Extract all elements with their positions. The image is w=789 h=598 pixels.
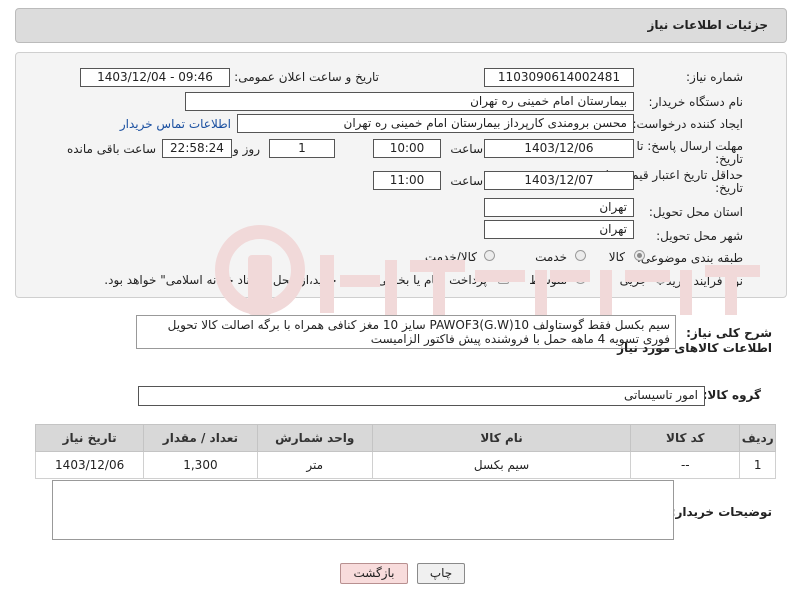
category-option-service: خدمت <box>535 250 567 264</box>
reply-date-field: 1403/12/06 <box>484 139 634 158</box>
row-index: 1 <box>739 451 776 479</box>
contact-info-link[interactable]: اطلاعات تماس خریدار <box>120 117 231 131</box>
reply-time-field: 10:00 <box>373 139 441 158</box>
province-label: استان محل تحویل: <box>648 205 743 219</box>
process-label: نوع فرآیند خرید : <box>658 274 743 288</box>
column-header: تاریخ نیاز <box>34 424 145 452</box>
remaining-label: ساعت باقی مانده <box>66 142 156 156</box>
goods-group-label: گروه کالا: <box>702 388 761 402</box>
announce-datetime-field: 1403/12/04 - 09:46 <box>80 68 230 87</box>
creator-label: ایجاد کننده درخواست: <box>632 117 743 131</box>
column-header: تعداد / مقدار <box>143 424 258 452</box>
category-label: طبقه بندی موضوعی: <box>636 251 743 265</box>
days-field: 1 <box>269 139 335 158</box>
goods-section-title: اطلاعات کالاهای مورد نیاز <box>617 341 772 355</box>
price-validity-label-date: تاریخ: <box>715 181 743 195</box>
goods-code: -- <box>630 451 741 479</box>
goods-unit: متر <box>256 451 373 479</box>
process-radio-minor[interactable] <box>655 273 666 284</box>
goods-group-field: امور تاسیساتی <box>138 386 705 406</box>
table-header-row: ردیف کد کالا نام کالا واحد شمارش تعداد /… <box>34 424 776 452</box>
treasury-payment-note: پرداخت تمام یا بخشی از مبلغ خرید،از محل … <box>104 273 487 287</box>
buyer-label: نام دستگاه خریدار: <box>648 95 744 109</box>
treasury-payment-checkbox[interactable] <box>498 273 509 284</box>
goods-need-date: 1403/12/06 <box>34 451 145 479</box>
page-header: جزئیات اطلاعات نیاز <box>15 8 787 43</box>
page-title: جزئیات اطلاعات نیاز <box>647 18 768 32</box>
print-button[interactable]: چاپ <box>417 563 465 584</box>
goods-name: سیم بکسل <box>371 451 632 479</box>
column-header: نام کالا <box>371 424 632 452</box>
category-radio-service[interactable] <box>575 250 586 261</box>
buyer-notes-textarea[interactable] <box>52 480 674 540</box>
category-option-goods: کالا <box>608 250 625 264</box>
category-option-goods-service: کالا/خدمت <box>424 250 477 264</box>
remaining-time-field: 22:58:24 <box>162 139 232 158</box>
goods-table: ردیف کد کالا نام کالا واحد شمارش تعداد /… <box>34 424 776 479</box>
column-header: واحد شمارش <box>256 424 373 452</box>
reply-time-label: ساعت <box>450 142 483 156</box>
process-option-medium: متوسط <box>529 273 567 287</box>
announce-label: تاریخ و ساعت اعلان عمومی: <box>234 70 379 84</box>
reply-deadline-label: مهلت ارسال پاسخ: تا <box>636 139 743 153</box>
category-radio-goods-service[interactable] <box>484 250 495 261</box>
validity-time-field: 11:00 <box>373 171 441 190</box>
city-field: تهران <box>484 220 634 239</box>
description-textarea[interactable]: سیم بکسل فقط گوستاولف PAWOF3(G.W)10 سایز… <box>136 315 676 349</box>
category-radio-goods[interactable] <box>634 250 645 261</box>
process-radio-medium[interactable] <box>575 273 586 284</box>
column-header: کد کالا <box>630 424 741 452</box>
table-row[interactable]: 1 -- سیم بکسل متر 1,300 1403/12/06 <box>34 451 776 479</box>
back-button[interactable]: بازگشت <box>340 563 408 584</box>
validity-time-label: ساعت <box>450 174 483 188</box>
buyer-notes-label: توضیحات خریدار: <box>670 505 772 519</box>
goods-quantity: 1,300 <box>143 451 258 479</box>
need-number-label: شماره نیاز: <box>686 70 743 84</box>
need-number-field: 1103090614002481 <box>484 68 634 87</box>
process-option-minor: جزیی <box>619 273 647 287</box>
buyer-field: بیمارستان امام خمینی ره تهران <box>185 92 634 111</box>
validity-date-field: 1403/12/07 <box>484 171 634 190</box>
city-label: شهر محل تحویل: <box>656 229 743 243</box>
province-field: تهران <box>484 198 634 217</box>
days-label: روز و <box>233 142 260 156</box>
reply-deadline-label-date: تاریخ: <box>715 152 743 166</box>
column-header: ردیف <box>739 424 776 452</box>
description-label: شرح کلی نیاز: <box>686 326 772 340</box>
creator-field: محسن برومندی کارپرداز بیمارستان امام خمی… <box>237 114 634 133</box>
